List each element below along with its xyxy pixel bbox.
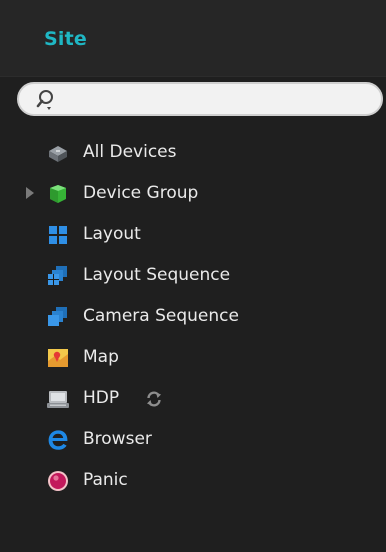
tree-item-camera-sequence[interactable]: Camera Sequence <box>0 296 386 337</box>
map-icon <box>48 349 68 367</box>
tree-item-hdp[interactable]: HDP <box>0 378 386 419</box>
tree-item-label: Device Group <box>83 183 199 203</box>
camera-sequence-icon <box>48 307 67 326</box>
browser-icon <box>48 430 68 450</box>
site-title: Site <box>44 28 87 50</box>
tree-item-label: Map <box>83 347 119 367</box>
tree-item-layout-sequence[interactable]: Layout Sequence <box>0 255 386 296</box>
tree-item-label: HDP <box>83 388 120 408</box>
tree-item-browser[interactable]: Browser <box>0 419 386 460</box>
tree-item-label: All Devices <box>83 142 177 162</box>
site-tree: All Devices Device Group Layout Layout S… <box>0 132 386 501</box>
tree-item-label: Layout Sequence <box>83 265 231 285</box>
tree-item-layout[interactable]: Layout <box>0 214 386 255</box>
search-icon[interactable] <box>35 88 59 112</box>
hdp-icon <box>47 391 69 408</box>
search-input[interactable] <box>63 88 367 112</box>
tree-item-panic[interactable]: Panic <box>0 460 386 501</box>
search-box[interactable] <box>17 82 383 116</box>
panic-icon <box>48 471 68 491</box>
tree-item-map[interactable]: Map <box>0 337 386 378</box>
layout-icon <box>49 226 67 244</box>
expand-arrow-icon[interactable] <box>22 185 38 201</box>
sync-icon[interactable] <box>145 390 163 408</box>
tree-item-label: Panic <box>83 470 128 490</box>
layout-sequence-icon <box>48 266 67 285</box>
tree-item-label: Layout <box>83 224 141 244</box>
all-devices-icon <box>49 146 67 162</box>
site-panel: Site All Devices Device Group Layout Lay… <box>0 0 386 552</box>
site-header: Site <box>0 0 386 77</box>
tree-item-device-group[interactable]: Device Group <box>0 173 386 214</box>
tree-item-all-devices[interactable]: All Devices <box>0 132 386 173</box>
tree-item-label: Camera Sequence <box>83 306 239 326</box>
tree-item-label: Browser <box>83 429 152 449</box>
device-group-icon <box>50 185 66 203</box>
